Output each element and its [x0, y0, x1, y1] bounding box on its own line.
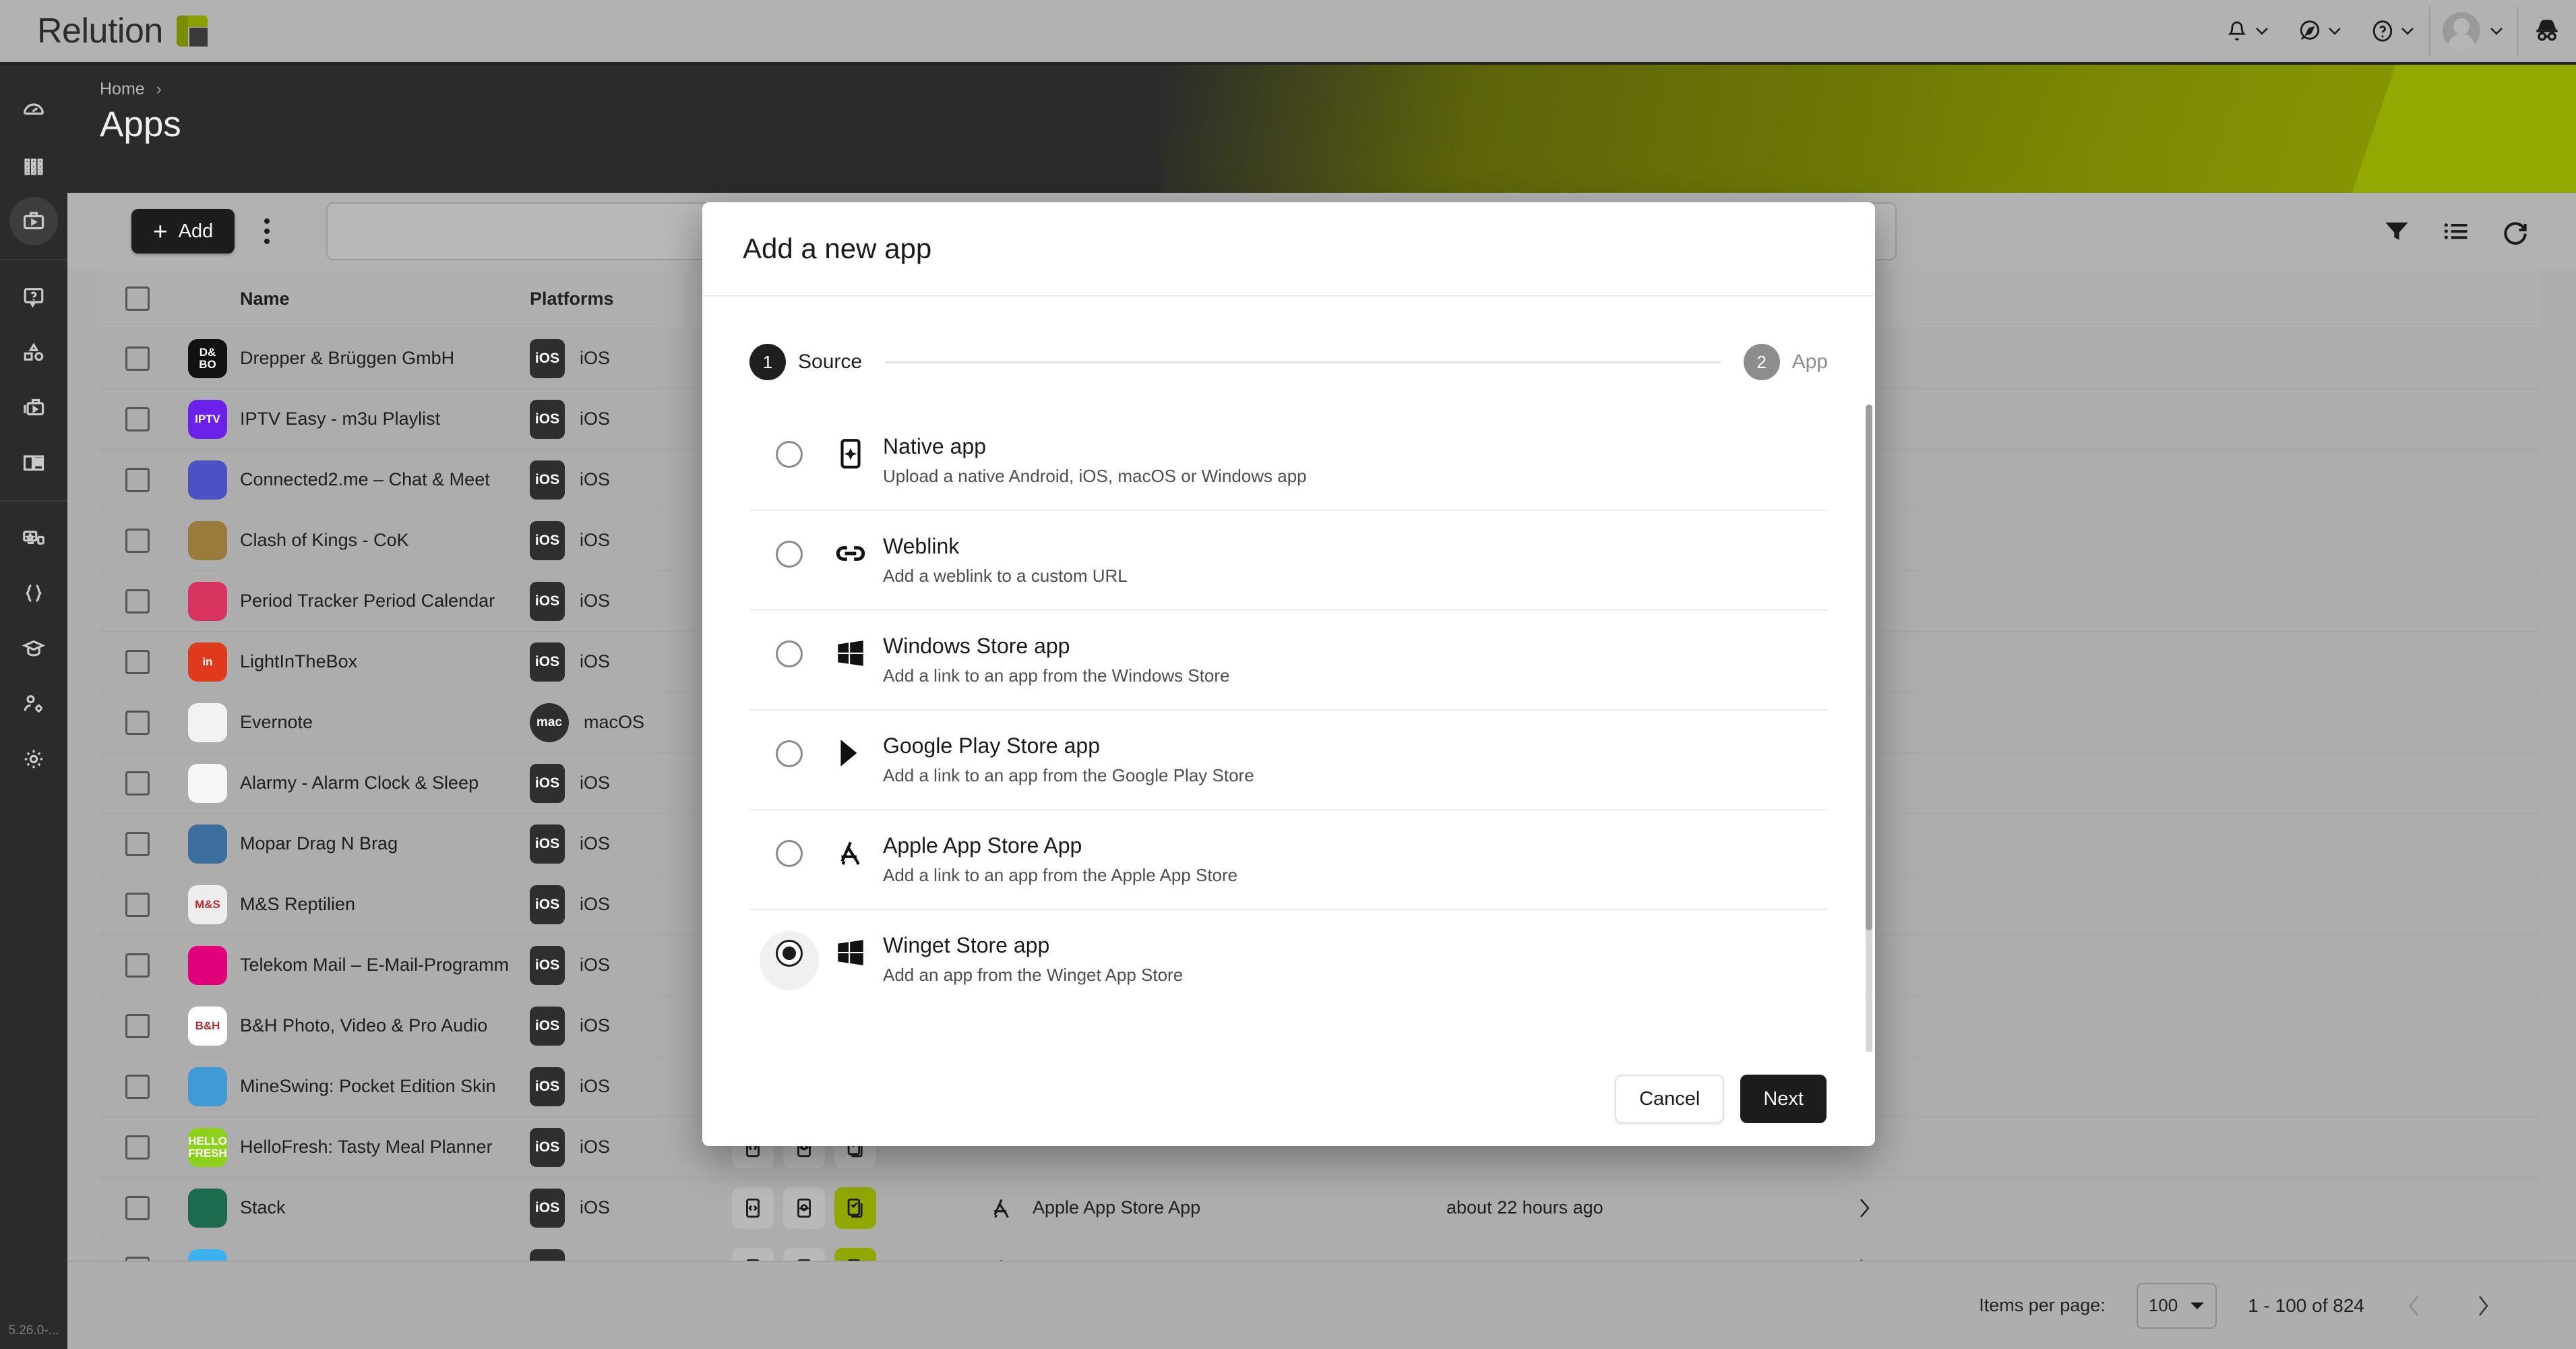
- windows-icon: [818, 933, 883, 969]
- step-source-number: 1: [749, 344, 786, 380]
- radio-button[interactable]: [760, 933, 818, 967]
- windows-icon: [818, 634, 883, 670]
- option-title: Apple App Store App: [883, 833, 1082, 858]
- add-app-dialog: Add a new app 1 Source 2 App Native app …: [702, 202, 1875, 1146]
- stepper-connector: [885, 361, 1721, 363]
- source-option-winget-store-app[interactable]: Winget Store app Add an app from the Win…: [749, 910, 1828, 1009]
- mobile-app-icon: [818, 434, 883, 471]
- radio-button[interactable]: [760, 534, 818, 568]
- radio-button[interactable]: [760, 833, 818, 867]
- wizard-stepper: 1 Source 2 App: [702, 297, 1875, 380]
- source-options-list: Native app Upload a native Android, iOS,…: [749, 411, 1828, 1009]
- option-subtitle: Add a link to an app from the Google Pla…: [883, 765, 1254, 785]
- radio-button[interactable]: [760, 434, 818, 468]
- step-app[interactable]: 2 App: [1743, 344, 1828, 380]
- cancel-button[interactable]: Cancel: [1615, 1075, 1725, 1123]
- step-source[interactable]: 1 Source: [749, 344, 862, 380]
- option-title: Google Play Store app: [883, 733, 1100, 758]
- source-option-apple-app-store-app[interactable]: Apple App Store App Add a link to an app…: [749, 810, 1828, 910]
- step-app-number: 2: [1743, 344, 1780, 380]
- link-icon: [818, 534, 883, 570]
- option-subtitle: Add an app from the Winget App Store: [883, 965, 1184, 985]
- dialog-title: Add a new app: [743, 233, 932, 264]
- option-title: Winget Store app: [883, 933, 1050, 957]
- radio-button[interactable]: [760, 634, 818, 667]
- option-subtitle: Add a link to an app from the Windows St…: [883, 665, 1230, 686]
- radio-button[interactable]: [760, 733, 818, 767]
- step-app-label: App: [1791, 351, 1828, 373]
- dialog-header: Add a new app: [702, 202, 1875, 297]
- dialog-body: 1 Source 2 App Native app Upload a nativ…: [702, 297, 1875, 1052]
- app-root: Relution 5.26.0-... Home › Apps + Add Na…: [0, 0, 2576, 1349]
- dialog-footer: Cancel Next: [702, 1052, 1875, 1146]
- dialog-scrollbar[interactable]: [1866, 404, 1872, 1052]
- step-source-label: Source: [798, 351, 863, 373]
- apple-appstore-icon: [818, 833, 883, 870]
- next-button[interactable]: Next: [1740, 1075, 1827, 1123]
- source-option-windows-store-app[interactable]: Windows Store app Add a link to an app f…: [749, 611, 1828, 711]
- option-subtitle: Upload a native Android, iOS, macOS or W…: [883, 466, 1307, 486]
- source-option-native-app[interactable]: Native app Upload a native Android, iOS,…: [749, 411, 1828, 511]
- google-play-icon: [818, 733, 883, 770]
- source-option-weblink[interactable]: Weblink Add a weblink to a custom URL: [749, 511, 1828, 611]
- source-option-google-play-store-app[interactable]: Google Play Store app Add a link to an a…: [749, 711, 1828, 810]
- option-title: Windows Store app: [883, 634, 1070, 658]
- option-subtitle: Add a weblink to a custom URL: [883, 566, 1128, 586]
- option-title: Weblink: [883, 534, 960, 558]
- option-title: Native app: [883, 434, 986, 458]
- option-subtitle: Add a link to an app from the Apple App …: [883, 865, 1238, 885]
